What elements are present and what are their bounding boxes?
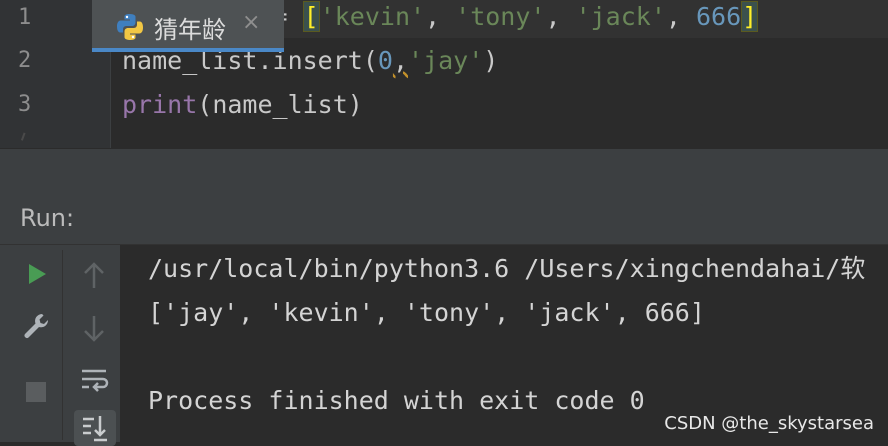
string-literal: 'kevin'	[319, 2, 426, 31]
close-icon[interactable]: ×	[242, 10, 260, 35]
wrench-icon	[24, 314, 49, 338]
comma: ,	[545, 2, 576, 31]
active-tab-indicator	[92, 48, 284, 52]
separator-line	[0, 148, 888, 149]
run-panel-header: Run:	[0, 192, 888, 245]
comma: ,	[665, 2, 696, 31]
comma: ,	[425, 2, 456, 31]
console-line: Process finished with exit code 0	[148, 386, 645, 415]
string-literal: 'jay'	[408, 46, 484, 75]
paren-close: )	[483, 46, 499, 75]
play-icon	[29, 264, 46, 284]
warning-comma: ,	[392, 46, 408, 75]
arrow-up-icon	[84, 262, 104, 288]
code-line-3[interactable]: print(name_list)	[122, 85, 363, 125]
soft-wrap-button[interactable]	[76, 362, 112, 398]
line-number: 2	[18, 48, 32, 73]
settings-button[interactable]	[18, 308, 54, 344]
number-literal: 666	[696, 2, 742, 31]
arrow-down-icon	[84, 316, 104, 342]
fold-marker	[20, 132, 34, 144]
run-label: Run:	[20, 204, 75, 232]
run-tab-title: 猜年龄	[154, 16, 226, 44]
stop-icon	[26, 382, 46, 402]
scroll-to-end-button[interactable]	[74, 410, 116, 446]
string-literal: 'jack'	[575, 2, 666, 31]
soft-wrap-icon	[82, 369, 109, 392]
bracket-close: ]	[741, 1, 759, 32]
previous-occurrence-button[interactable]	[76, 258, 112, 294]
console-line: /usr/local/bin/python3.6 /Users/xingchen…	[148, 254, 866, 283]
console-line: ['jay', 'kevin', 'tony', 'jack', 666]	[148, 298, 705, 327]
watermark: CSDN @the_skystarsea	[664, 413, 874, 434]
next-occurrence-button[interactable]	[76, 310, 112, 346]
panel-separator[interactable]	[0, 148, 888, 192]
scroll-to-end-icon	[83, 416, 107, 442]
toolbar-divider	[62, 250, 63, 440]
builtin-function: print	[122, 90, 198, 119]
stop-button[interactable]	[18, 374, 54, 410]
bracket-open: [	[302, 1, 320, 32]
rerun-button[interactable]	[18, 256, 54, 292]
line-number: 1	[18, 5, 32, 30]
number-literal: 0	[377, 46, 393, 75]
call-args: (name_list)	[197, 90, 363, 119]
string-literal: 'tony'	[455, 2, 546, 31]
line-number: 3	[18, 92, 32, 117]
python-icon	[117, 14, 143, 40]
